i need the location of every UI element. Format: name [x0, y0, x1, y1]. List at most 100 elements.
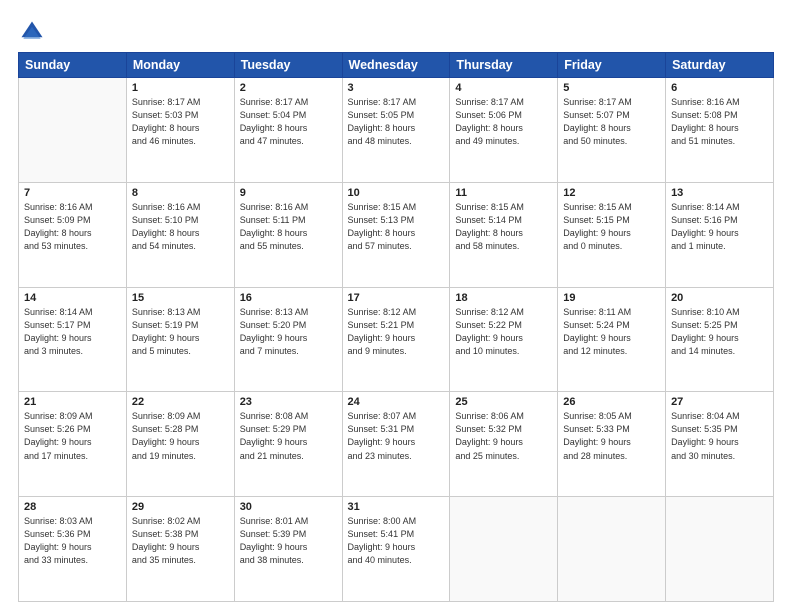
day-number: 16: [240, 292, 337, 304]
calendar-day-cell: 5 Sunrise: 8:17 AM Sunset: 5:07 PM Daylig…: [558, 78, 666, 183]
day-info: Sunrise: 8:13 AM Sunset: 5:19 PM Dayligh…: [132, 306, 229, 358]
day-info: Sunrise: 8:17 AM Sunset: 5:05 PM Dayligh…: [348, 96, 445, 148]
calendar-day-cell: 27Sunrise: 8:04 AM Sunset: 5:35 PM Dayli…: [666, 392, 774, 497]
day-info: Sunrise: 8:15 AM Sunset: 5:13 PM Dayligh…: [348, 201, 445, 253]
day-number: 11: [455, 187, 552, 199]
header: [18, 18, 774, 46]
day-number: 22: [132, 396, 229, 408]
day-info: Sunrise: 8:14 AM Sunset: 5:17 PM Dayligh…: [24, 306, 121, 358]
calendar-day-cell: 30Sunrise: 8:01 AM Sunset: 5:39 PM Dayli…: [234, 497, 342, 602]
calendar-day-cell: 25Sunrise: 8:06 AM Sunset: 5:32 PM Dayli…: [450, 392, 558, 497]
calendar-day-cell: 14 Sunrise: 8:14 AM Sunset: 5:17 PM Dayli…: [19, 287, 127, 392]
day-info: Sunrise: 8:17 AM Sunset: 5:04 PM Dayligh…: [240, 96, 337, 148]
day-info: Sunrise: 8:16 AM Sunset: 5:08 PM Dayligh…: [671, 96, 768, 148]
day-info: Sunrise: 8:08 AM Sunset: 5:29 PM Dayligh…: [240, 410, 337, 462]
calendar-day-cell: 17 Sunrise: 8:12 AM Sunset: 5:21 PM Dayli…: [342, 287, 450, 392]
day-info: Sunrise: 8:13 AM Sunset: 5:20 PM Dayligh…: [240, 306, 337, 358]
day-number: 12: [563, 187, 660, 199]
calendar-day-header: Monday: [126, 53, 234, 78]
calendar-day-cell: 20 Sunrise: 8:10 AM Sunset: 5:25 PM Dayli…: [666, 287, 774, 392]
day-number: 4: [455, 82, 552, 94]
day-info: Sunrise: 8:07 AM Sunset: 5:31 PM Dayligh…: [348, 410, 445, 462]
day-info: Sunrise: 8:17 AM Sunset: 5:06 PM Dayligh…: [455, 96, 552, 148]
calendar-day-cell: 7Sunrise: 8:16 AM Sunset: 5:09 PM Daylig…: [19, 182, 127, 287]
calendar-day-cell: 23 Sunrise: 8:08 AM Sunset: 5:29 PM Dayli…: [234, 392, 342, 497]
day-number: 3: [348, 82, 445, 94]
calendar-day-cell: 13 Sunrise: 8:14 AM Sunset: 5:16 PM Dayli…: [666, 182, 774, 287]
day-number: 23: [240, 396, 337, 408]
day-number: 15: [132, 292, 229, 304]
day-number: 10: [348, 187, 445, 199]
calendar-day-header: Friday: [558, 53, 666, 78]
calendar-day-cell: [558, 497, 666, 602]
page: SundayMondayTuesdayWednesdayThursdayFrid…: [0, 0, 792, 612]
day-number: 31: [348, 501, 445, 513]
calendar-day-cell: 16 Sunrise: 8:13 AM Sunset: 5:20 PM Dayli…: [234, 287, 342, 392]
day-info: Sunrise: 8:17 AM Sunset: 5:07 PM Dayligh…: [563, 96, 660, 148]
day-number: 17: [348, 292, 445, 304]
calendar-day-cell: 6 Sunrise: 8:16 AM Sunset: 5:08 PM Daylig…: [666, 78, 774, 183]
day-info: Sunrise: 8:15 AM Sunset: 5:15 PM Dayligh…: [563, 201, 660, 253]
calendar: SundayMondayTuesdayWednesdayThursdayFrid…: [18, 52, 774, 602]
day-number: 2: [240, 82, 337, 94]
day-number: 14: [24, 292, 121, 304]
day-number: 24: [348, 396, 445, 408]
day-number: 9: [240, 187, 337, 199]
logo: [18, 18, 48, 46]
calendar-day-cell: 4 Sunrise: 8:17 AM Sunset: 5:06 PM Daylig…: [450, 78, 558, 183]
calendar-day-cell: 19 Sunrise: 8:11 AM Sunset: 5:24 PM Dayli…: [558, 287, 666, 392]
calendar-week-row: 21 Sunrise: 8:09 AM Sunset: 5:26 PM Dayli…: [19, 392, 774, 497]
day-number: 26: [563, 396, 660, 408]
calendar-day-cell: 2 Sunrise: 8:17 AM Sunset: 5:04 PM Daylig…: [234, 78, 342, 183]
day-info: Sunrise: 8:03 AM Sunset: 5:36 PM Dayligh…: [24, 515, 121, 567]
calendar-day-cell: 26Sunrise: 8:05 AM Sunset: 5:33 PM Dayli…: [558, 392, 666, 497]
day-number: 8: [132, 187, 229, 199]
day-number: 28: [24, 501, 121, 513]
calendar-day-cell: 29Sunrise: 8:02 AM Sunset: 5:38 PM Dayli…: [126, 497, 234, 602]
logo-icon: [18, 18, 46, 46]
day-info: Sunrise: 8:17 AM Sunset: 5:03 PM Dayligh…: [132, 96, 229, 148]
day-info: Sunrise: 8:12 AM Sunset: 5:22 PM Dayligh…: [455, 306, 552, 358]
day-number: 19: [563, 292, 660, 304]
day-number: 29: [132, 501, 229, 513]
day-info: Sunrise: 8:15 AM Sunset: 5:14 PM Dayligh…: [455, 201, 552, 253]
calendar-week-row: 28 Sunrise: 8:03 AM Sunset: 5:36 PM Dayli…: [19, 497, 774, 602]
calendar-day-header: Tuesday: [234, 53, 342, 78]
day-number: 21: [24, 396, 121, 408]
calendar-day-cell: 8Sunrise: 8:16 AM Sunset: 5:10 PM Daylig…: [126, 182, 234, 287]
day-number: 7: [24, 187, 121, 199]
calendar-day-header: Saturday: [666, 53, 774, 78]
day-info: Sunrise: 8:09 AM Sunset: 5:26 PM Dayligh…: [24, 410, 121, 462]
calendar-week-row: 7Sunrise: 8:16 AM Sunset: 5:09 PM Daylig…: [19, 182, 774, 287]
day-number: 5: [563, 82, 660, 94]
calendar-day-cell: 3 Sunrise: 8:17 AM Sunset: 5:05 PM Daylig…: [342, 78, 450, 183]
day-info: Sunrise: 8:00 AM Sunset: 5:41 PM Dayligh…: [348, 515, 445, 567]
calendar-day-cell: 9 Sunrise: 8:16 AM Sunset: 5:11 PM Daylig…: [234, 182, 342, 287]
calendar-day-cell: 10 Sunrise: 8:15 AM Sunset: 5:13 PM Dayli…: [342, 182, 450, 287]
day-info: Sunrise: 8:06 AM Sunset: 5:32 PM Dayligh…: [455, 410, 552, 462]
day-number: 20: [671, 292, 768, 304]
calendar-day-cell: 11 Sunrise: 8:15 AM Sunset: 5:14 PM Dayli…: [450, 182, 558, 287]
calendar-day-cell: 18Sunrise: 8:12 AM Sunset: 5:22 PM Dayli…: [450, 287, 558, 392]
calendar-day-cell: 31 Sunrise: 8:00 AM Sunset: 5:41 PM Dayli…: [342, 497, 450, 602]
calendar-header-row: SundayMondayTuesdayWednesdayThursdayFrid…: [19, 53, 774, 78]
day-number: 6: [671, 82, 768, 94]
day-info: Sunrise: 8:16 AM Sunset: 5:11 PM Dayligh…: [240, 201, 337, 253]
day-info: Sunrise: 8:11 AM Sunset: 5:24 PM Dayligh…: [563, 306, 660, 358]
calendar-week-row: 1Sunrise: 8:17 AM Sunset: 5:03 PM Daylig…: [19, 78, 774, 183]
day-info: Sunrise: 8:12 AM Sunset: 5:21 PM Dayligh…: [348, 306, 445, 358]
calendar-day-cell: [666, 497, 774, 602]
calendar-day-cell: [450, 497, 558, 602]
day-info: Sunrise: 8:10 AM Sunset: 5:25 PM Dayligh…: [671, 306, 768, 358]
calendar-day-header: Wednesday: [342, 53, 450, 78]
day-info: Sunrise: 8:14 AM Sunset: 5:16 PM Dayligh…: [671, 201, 768, 253]
day-number: 13: [671, 187, 768, 199]
day-info: Sunrise: 8:04 AM Sunset: 5:35 PM Dayligh…: [671, 410, 768, 462]
day-info: Sunrise: 8:09 AM Sunset: 5:28 PM Dayligh…: [132, 410, 229, 462]
calendar-day-cell: 28 Sunrise: 8:03 AM Sunset: 5:36 PM Dayli…: [19, 497, 127, 602]
calendar-day-header: Sunday: [19, 53, 127, 78]
calendar-day-cell: 24 Sunrise: 8:07 AM Sunset: 5:31 PM Dayli…: [342, 392, 450, 497]
calendar-day-cell: 15 Sunrise: 8:13 AM Sunset: 5:19 PM Dayli…: [126, 287, 234, 392]
day-info: Sunrise: 8:01 AM Sunset: 5:39 PM Dayligh…: [240, 515, 337, 567]
calendar-week-row: 14 Sunrise: 8:14 AM Sunset: 5:17 PM Dayli…: [19, 287, 774, 392]
